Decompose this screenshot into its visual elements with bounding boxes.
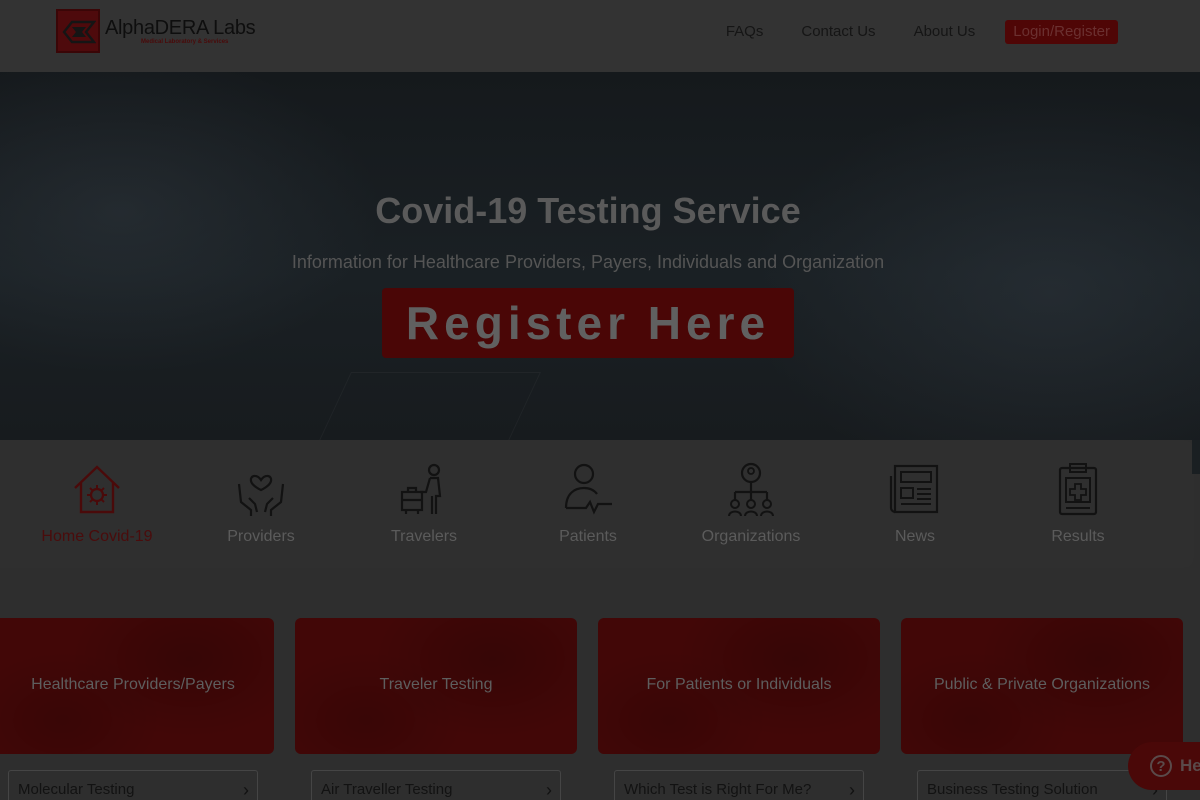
card-healthcare-providers[interactable]: Healthcare Providers/Payers [0,618,274,754]
molecular-testing-button[interactable]: Molecular Testing › [8,770,258,800]
top-nav: FAQs Contact Us About Us Login/Register [688,20,1118,44]
hero-background-shape [309,372,541,440]
strip-label-organizations: Organizations [701,528,801,545]
button-label: Which Test is Right For Me? [624,781,812,798]
newspaper-icon [889,464,939,514]
clipboard-medical-icon [1058,463,1098,516]
card-title: Healthcare Providers/Payers [31,676,235,693]
strip-item-organizations[interactable]: Organizations [676,462,826,546]
logo-mark-icon [56,9,100,53]
chevron-right-icon: › [849,780,855,800]
nav-contact-us[interactable]: Contact Us [801,20,875,44]
register-here-button[interactable]: Register Here [382,288,794,358]
hero-title: Covid-19 Testing Service [375,190,801,231]
help-chat-button[interactable]: ? He [1128,742,1200,790]
chevron-right-icon: › [546,780,552,800]
help-label: He [1180,756,1200,775]
hero-edge [1192,440,1200,474]
site-header: AlphaDERA Labs Medical Laboratory & Serv… [0,0,1200,72]
air-traveller-testing-button[interactable]: Air Traveller Testing › [311,770,561,800]
strip-item-providers[interactable]: Providers [186,462,336,546]
which-test-button[interactable]: Which Test is Right For Me? › [614,770,864,800]
card-title: Public & Private Organizations [933,676,1151,693]
button-label: Business Testing Solution [927,781,1098,798]
button-label: Molecular Testing [18,781,135,798]
strip-item-news[interactable]: News [840,462,990,546]
strip-label-travelers: Travelers [390,528,458,545]
category-strip: Home Covid-19 Providers Travelers Patien… [0,440,1194,568]
hero-banner: Covid-19 Testing Service Information for… [0,72,1200,440]
strip-item-results[interactable]: Results [1003,462,1153,546]
question-icon: ? [1150,755,1172,777]
org-chart-icon [728,462,774,517]
strip-label-results: Results [1051,528,1105,545]
card-traveler-testing[interactable]: Traveler Testing [295,618,577,754]
traveler-luggage-icon [400,463,442,514]
patient-pulse-icon [564,463,612,515]
home-virus-icon [74,465,120,514]
logo-tagline: Medical Laboratory & Services [141,38,229,45]
strip-item-patients[interactable]: Patients [513,462,663,546]
strip-item-travelers[interactable]: Travelers [349,462,499,546]
strip-label-news: News [894,528,935,545]
nav-about-us[interactable]: About Us [914,20,976,44]
hero-subtitle: Information for Healthcare Providers, Pa… [291,252,885,272]
hands-heart-icon [237,474,285,516]
logo-name: AlphaDERA Labs [105,16,256,39]
strip-item-home-covid[interactable]: Home Covid-19 [22,462,172,546]
strip-label-patients: Patients [559,528,617,545]
nav-faqs[interactable]: FAQs [726,20,764,44]
strip-label-home-covid: Home Covid-19 [41,528,153,545]
strip-label-providers: Providers [227,528,295,545]
button-label: Air Traveller Testing [321,781,453,798]
login-register-button[interactable]: Login/Register [1005,20,1118,44]
card-title: For Patients or Individuals [646,676,832,693]
card-title: Traveler Testing [379,676,493,693]
chevron-right-icon: › [243,780,249,800]
site-logo[interactable]: AlphaDERA Labs Medical Laboratory & Serv… [56,9,256,53]
card-patients-individuals[interactable]: For Patients or Individuals [598,618,880,754]
card-organizations[interactable]: Public & Private Organizations [901,618,1183,754]
